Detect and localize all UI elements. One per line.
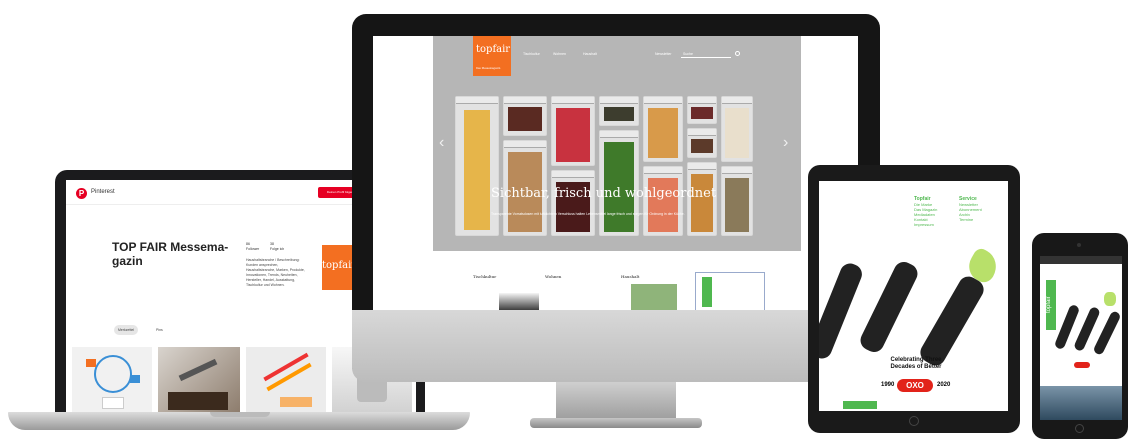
label-tag <box>280 397 312 407</box>
jar-lentils <box>599 96 639 126</box>
phone-home-button[interactable] <box>1075 424 1084 433</box>
jar-lentils-orange <box>643 96 683 162</box>
pin-thumbnail[interactable] <box>158 347 240 412</box>
knife-image <box>178 358 218 382</box>
pin-thumbnail[interactable] <box>246 347 326 412</box>
carousel-prev-icon[interactable]: ‹ <box>439 134 444 152</box>
jar-kidney-beans <box>551 170 595 236</box>
teaser-image[interactable] <box>695 272 765 311</box>
jar-red-lentils <box>643 166 683 236</box>
diagram-circle <box>94 355 132 393</box>
stat-following: 38 Folge ich <box>270 242 284 251</box>
nav-tischkultur[interactable]: Tischkultur <box>523 52 540 56</box>
tablet-home-button[interactable] <box>909 416 919 426</box>
desktop-chin <box>352 310 880 382</box>
year-end: 2020 <box>937 382 951 388</box>
search-icon[interactable] <box>735 51 740 56</box>
logo-text: topfair <box>476 44 511 55</box>
laptop-notch <box>210 412 270 417</box>
phone-oxo-badge <box>1074 362 1090 368</box>
cta-bar[interactable] <box>843 401 877 409</box>
tab-merkzettel[interactable]: Merkzettel <box>114 325 139 335</box>
diagram-node <box>86 359 96 367</box>
nav-haushalt[interactable]: Haushalt <box>583 52 597 56</box>
teaser-image[interactable] <box>631 284 677 311</box>
peeler-handle <box>916 272 988 370</box>
search-field[interactable] <box>681 57 731 58</box>
peeler-handle <box>857 258 921 356</box>
phone-header <box>1040 256 1122 264</box>
diagram-node <box>130 375 140 383</box>
nav-search[interactable]: Suche <box>683 52 693 56</box>
phone-screen: topfair <box>1040 256 1122 420</box>
jar-green-peas <box>599 130 639 236</box>
menu-item[interactable]: Termine <box>959 217 1003 222</box>
oxo-logo: OXO <box>897 379 933 392</box>
oxo-tagline: Celebrating Three Decades of Better <box>890 357 942 370</box>
profile-title: TOP FAIR Messema-gazin <box>112 240 229 268</box>
hero-title: Sichtbar, frisch und wohlgeordnet <box>491 186 717 201</box>
desktop-screen: topfair Das Messemagazin Tischkultur Woh… <box>373 36 858 311</box>
phone-logo-text: topfair <box>1046 296 1052 314</box>
site-logo[interactable]: topfair Das Messemagazin <box>473 36 511 76</box>
phone-logo[interactable]: topfair <box>1046 280 1056 330</box>
tablet-menu-col-1: Topfair Die Marke Das Magazin Mediadaten… <box>914 197 954 228</box>
teaser-image[interactable] <box>499 293 539 311</box>
stat-label: Follower <box>246 246 260 251</box>
desktop-stand <box>556 382 676 420</box>
jar-small <box>687 96 717 124</box>
jar-oats <box>721 96 753 162</box>
pin-thumbnail[interactable] <box>72 347 152 412</box>
profile-description: Haushaltsbranche / Beschreibung: Kunden … <box>246 258 305 287</box>
jar-strawberries <box>551 96 595 166</box>
peeler-blade <box>1104 292 1116 306</box>
jar-beans <box>503 96 547 136</box>
tablet-menu-col-2: Service Newsletter Abonnement Archiv Ter… <box>959 197 1003 223</box>
table-image <box>168 392 228 410</box>
tablet-screen: Topfair Die Marke Das Magazin Mediadaten… <box>819 181 1008 411</box>
nav-wohnen[interactable]: Wohnen <box>553 52 566 56</box>
phone-camera-icon <box>1077 243 1081 247</box>
category-haushalt[interactable]: Haushalt <box>621 274 639 279</box>
tab-pins[interactable]: Pins <box>152 325 167 335</box>
pinterest-logo-icon[interactable]: P <box>76 188 87 199</box>
jar-grains <box>687 128 717 158</box>
carousel-next-icon[interactable]: › <box>783 134 788 152</box>
hero-subtitle: Transparente Vorratsdosen mit luftdichte… <box>491 212 685 216</box>
profile-logo: topfair <box>322 245 356 290</box>
category-wohnen[interactable]: Wohnen <box>545 274 561 279</box>
phone-hero-image[interactable] <box>1040 386 1122 420</box>
peeler-handle <box>819 260 865 362</box>
jar-seeds <box>721 166 753 236</box>
logo-subtitle: Das Messemagazin <box>476 67 501 70</box>
hero-banner[interactable]: topfair Das Messemagazin Tischkultur Woh… <box>433 36 801 251</box>
pinterest-brand: Pinterest <box>91 189 115 195</box>
category-tischkultur[interactable]: Tischkultur <box>473 274 496 279</box>
desktop-stand-base <box>530 418 702 428</box>
teaser-green-bar <box>702 277 712 307</box>
diagram-node <box>102 397 124 409</box>
menu-item[interactable]: Impressum <box>914 222 954 227</box>
stat-followers: 86 Follower <box>246 242 259 251</box>
nav-newsletter[interactable]: Newsletter <box>655 52 672 56</box>
year-start: 1990 <box>881 382 895 388</box>
stat-label: Folge ich <box>270 246 285 251</box>
